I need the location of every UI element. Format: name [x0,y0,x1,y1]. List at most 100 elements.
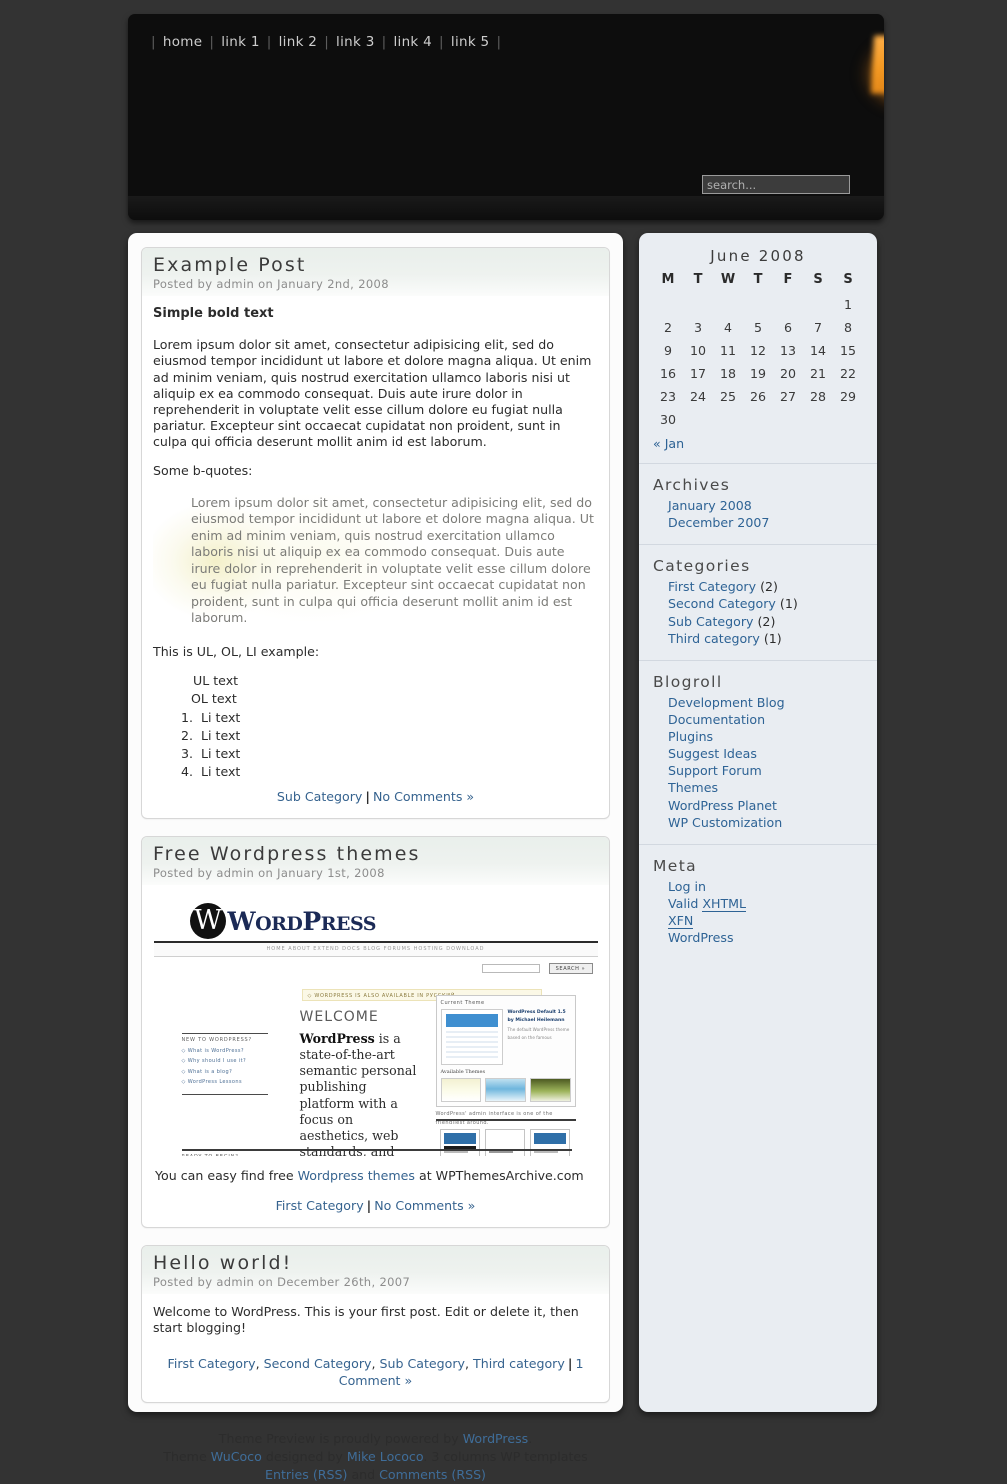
sidebar-link-wordpress[interactable]: WordPress [668,930,734,945]
post-header: Hello world! Posted by admin on December… [142,1245,609,1295]
calendar-week-row: 30 [653,408,863,431]
list-item: Li text [197,763,598,781]
post-category-link[interactable]: Sub Category [380,1356,466,1371]
footer-wordpress-link[interactable]: WordPress [463,1431,529,1446]
comma: , [371,1355,380,1371]
wps-navigation: HOME ABOUT EXTEND DOCS BLOG FORUMS HOSTI… [153,942,598,957]
post-body: Welcome to WordPress. This is your first… [142,1294,609,1401]
post-comments-link[interactable]: No Comments » [374,1198,475,1213]
calendar-day: 17 [689,366,707,381]
sidebar-link-documentation[interactable]: Documentation [668,712,765,727]
wps-link: ◇ WordPress Lessons [181,1079,242,1086]
sidebar-link-suggest-ideas[interactable]: Suggest Ideas [668,746,757,761]
sidebar-section-blogroll: Blogroll Development Blog Documentation … [639,661,877,845]
search-input[interactable] [702,175,850,194]
list-item: Sub Category (2) [668,613,863,630]
post-category-link[interactable]: Sub Category [277,789,363,804]
wps-current-theme-panel: Current Theme WordPress Default 1.5 by M… [435,994,576,1107]
list-item: WordPress Planet [668,797,863,814]
post-title[interactable]: Free Wordpress themes [153,843,598,865]
main-content-column: Example Post Posted by admin on January … [128,233,623,1482]
wps-spacer [182,1098,268,1150]
post-category-link[interactable]: First Category [168,1356,256,1371]
calendar-day: 18 [719,366,737,381]
list-intro: This is UL, OL, LI example: [153,643,320,659]
footer-comments-rss-link[interactable]: Comments (RSS) [379,1467,486,1482]
nav-item-link-3[interactable]: link 3 [336,34,375,50]
post-category-link[interactable]: Third category [473,1356,565,1371]
calendar-day [743,293,773,316]
sidebar-link-support-forum[interactable]: Support Forum [668,763,762,778]
post-comments-link[interactable]: No Comments » [373,789,474,804]
list-item: Li text [197,709,598,727]
ol-label: OL text [191,691,237,707]
sidebar-link-january-2008[interactable]: January 2008 [668,498,752,513]
wps-welcome-heading: WELCOME [299,1008,379,1025]
post-category-link[interactable]: First Category [276,1198,364,1213]
category-count: (2) [757,613,776,629]
calendar-week-row: 23 24 25 26 27 28 29 [653,385,863,408]
footer-theme-link[interactable]: WuCoco [211,1449,262,1464]
sidebar-link-first-category[interactable]: First Category [668,579,756,594]
sidebar-link-wordpress-planet[interactable]: WordPress Planet [668,798,777,813]
calendar-day [773,408,803,431]
sidebar-link-log-in[interactable]: Log in [668,879,706,894]
sidebar: June 2008 M T W T F S S 1 2 3 4 5 6 7 8 … [639,233,877,1412]
xhtml-abbr: XHTML [702,895,747,912]
calendar-widget: June 2008 M T W T F S S 1 2 3 4 5 6 7 8 … [639,233,877,464]
wps-heading-ready: READY TO BEGIN? [182,1154,268,1156]
calendar-day: 27 [779,389,797,404]
calendar-day [803,408,833,431]
calendar-day: 7 [813,320,822,335]
footer-designer-link[interactable]: Mike Lococo [347,1449,424,1464]
nav-item-link-4[interactable]: link 4 [393,34,432,50]
list-item: Li text [197,745,598,763]
sidebar-link-plugins[interactable]: Plugins [668,729,713,744]
nav-item-link-2[interactable]: link 2 [279,34,318,50]
wps-theme-thumb [440,1077,482,1102]
sidebar-link-december-2007[interactable]: December 2007 [668,515,769,530]
calendar-day: 29 [839,389,857,404]
weekday-header: T [753,272,763,287]
footer-entries-rss-link[interactable]: Entries (RSS) [265,1467,347,1482]
sidebar-link-third-category[interactable]: Third category [668,631,760,646]
sidebar-list: Log in Valid XHTML XFN WordPress [653,878,863,947]
sidebar-link-sub-category[interactable]: Sub Category [668,614,754,629]
nav-item-link-5[interactable]: link 5 [451,34,490,50]
sidebar-link-valid-xhtml[interactable]: Valid XHTML [668,895,747,912]
post-title[interactable]: Example Post [153,254,598,276]
category-count: (1) [779,596,798,612]
nav-item-home[interactable]: home [163,34,202,50]
list-item: XFN [668,912,863,929]
category-count: (2) [760,579,778,595]
list-item: January 2008 [668,497,863,514]
post-body: Simple bold text Lorem ipsum dolor sit a… [142,296,609,817]
nav-separator: | [151,34,156,50]
calendar-prev-month-link[interactable]: « Jan [653,436,684,451]
post-blockquote: Lorem ipsum dolor sit amet, consectetur … [153,491,598,631]
list-item: Second Category (1) [668,595,863,612]
wps-theme-thumb [485,1077,526,1102]
list-item: Development Blog [668,694,863,711]
post-category-link[interactable]: Second Category [264,1356,372,1371]
calendar-day [713,408,743,431]
wps-thumb-header [445,1013,498,1027]
sidebar-link-wp-customization[interactable]: WP Customization [668,815,782,830]
search-form [702,175,850,194]
wordpress-themes-link[interactable]: Wordpress themes [298,1168,415,1183]
calendar-day [683,293,713,316]
sidebar-link-second-category[interactable]: Second Category [668,596,776,611]
post-paragraph: Lorem ipsum dolor sit amet, consectetur … [153,337,592,450]
sidebar-link-xfn[interactable]: XFN [668,913,694,929]
sidebar-section-meta: Meta Log in Valid XHTML XFN WordPress [639,845,877,960]
nav-item-link-1[interactable]: link 1 [221,34,260,50]
wps-panel-title: Current Theme [440,999,485,1006]
sidebar-link-themes[interactable]: Themes [668,780,718,795]
blockquote-intro: Some b-quotes: [153,462,253,478]
footer-line-3: Entries (RSS) and Comments (RSS) [265,1466,486,1482]
calendar-day [713,293,743,316]
wps-theme-thumbnail [440,1008,503,1065]
sidebar-link-development-blog[interactable]: Development Blog [668,695,785,710]
calendar-day: 6 [783,320,792,335]
post-title[interactable]: Hello world! [153,1252,598,1274]
